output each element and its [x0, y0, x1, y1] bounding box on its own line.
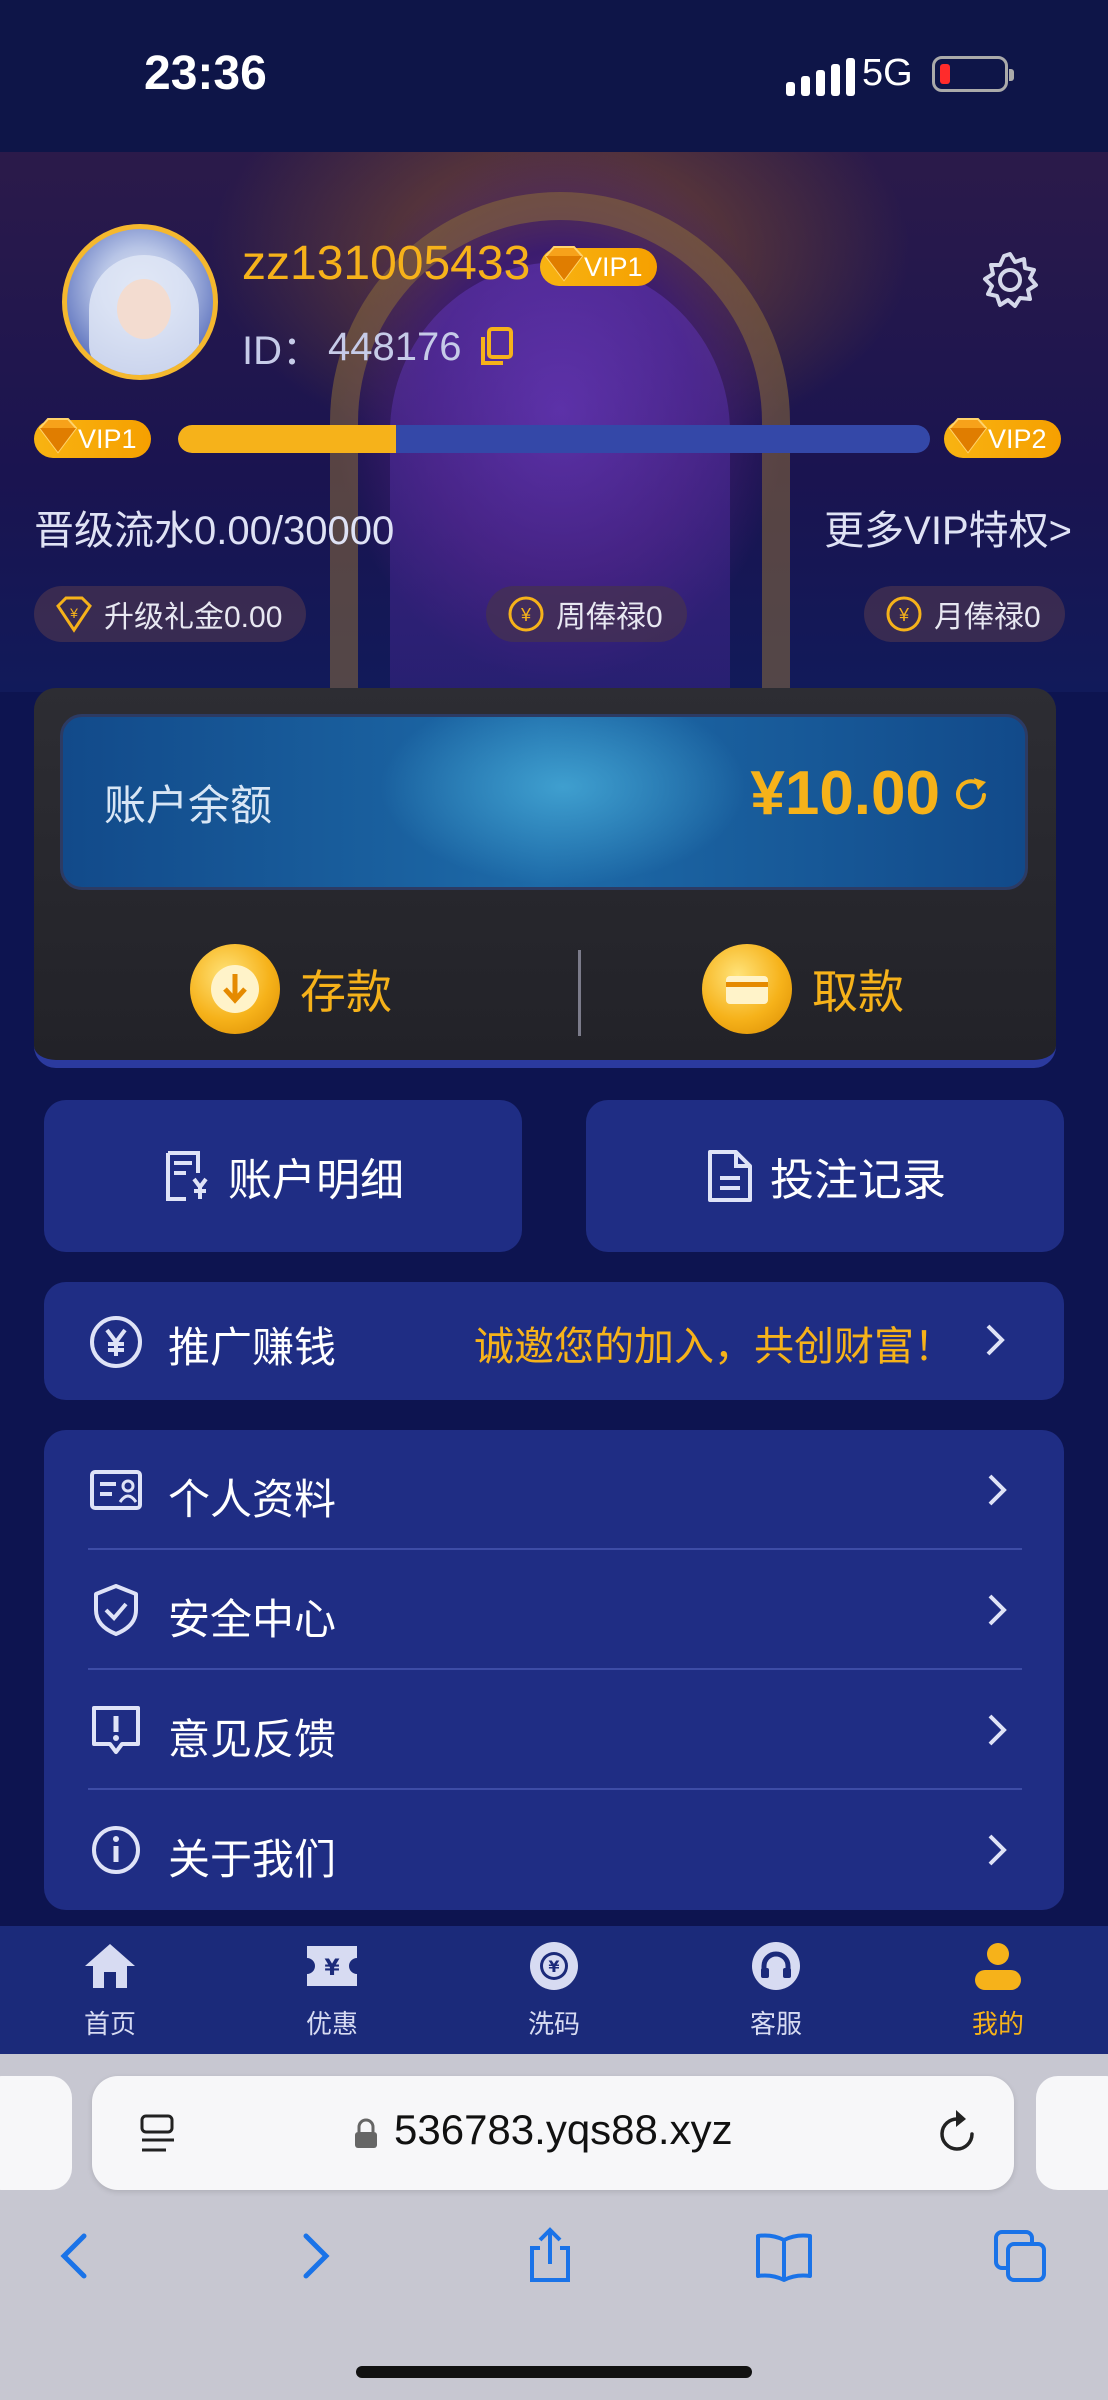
- copy-icon[interactable]: [479, 327, 515, 367]
- forward-icon[interactable]: [284, 2226, 344, 2286]
- chip-icon: ¥: [530, 1942, 578, 1990]
- bet-records-button[interactable]: 投注记录: [586, 1100, 1064, 1252]
- url-text: 536783.yqs88.xyz: [394, 2106, 733, 2153]
- chevron-right-icon: [988, 1834, 1007, 1866]
- tab-mine[interactable]: 我的: [938, 1940, 1058, 2041]
- document-icon: [708, 1150, 752, 1202]
- back-icon[interactable]: [46, 2226, 106, 2286]
- diamond-icon: [544, 246, 584, 282]
- yen-circle-icon: [90, 1316, 142, 1368]
- more-vip-privileges-link[interactable]: 更多VIP特权>: [824, 498, 1072, 556]
- diamond-icon: [948, 418, 988, 454]
- settings-gear-icon[interactable]: [978, 248, 1042, 312]
- vip-level-badge: VIP1: [540, 246, 657, 286]
- yen-coin-icon: ¥: [508, 596, 544, 632]
- svg-text:¥: ¥: [520, 605, 532, 625]
- home-indicator: [356, 2366, 752, 2378]
- page-menu-icon[interactable]: [138, 2112, 178, 2156]
- status-bar: 23:36 5G: [0, 0, 1108, 152]
- previous-tab-preview[interactable]: [0, 2076, 72, 2190]
- battery-icon: [932, 56, 1014, 92]
- tab-rebate[interactable]: ¥ 洗码: [494, 1940, 614, 2041]
- signal-icon: [786, 58, 855, 96]
- menu-item-feedback[interactable]: 意见反馈: [44, 1670, 1064, 1790]
- promotion-label: 推广赚钱: [168, 1323, 337, 1372]
- lock-icon: [355, 2118, 377, 2148]
- reload-icon[interactable]: [936, 2108, 980, 2156]
- headset-icon: [752, 1942, 800, 1990]
- username: zz131005433: [242, 237, 531, 290]
- svg-text:¥: ¥: [69, 605, 78, 621]
- balance-label: 账户余额: [104, 781, 273, 830]
- promotion-slogan: 诚邀您的加入，共创财富！: [474, 1324, 954, 1370]
- vip-progress-bar: [178, 425, 930, 453]
- diamond-icon: ¥: [56, 596, 92, 633]
- menu-item-profile[interactable]: 个人资料: [44, 1430, 1064, 1550]
- menu-item-about[interactable]: 关于我们: [44, 1790, 1064, 1910]
- status-time: 23:36: [144, 47, 267, 100]
- card-icon: [702, 944, 792, 1034]
- deposit-button[interactable]: 存款: [190, 944, 392, 1034]
- share-icon[interactable]: [520, 2226, 580, 2286]
- receipt-yen-icon: [166, 1151, 208, 1201]
- account-details-button[interactable]: 账户明细: [44, 1100, 522, 1252]
- network-label: 5G: [862, 52, 913, 94]
- svg-text:¥: ¥: [548, 1957, 559, 1976]
- chevron-right-icon: [986, 1324, 1005, 1356]
- chevron-right-icon: [988, 1594, 1007, 1626]
- current-vip-badge: VIP1: [34, 418, 151, 458]
- info-icon: [92, 1826, 140, 1874]
- withdraw-button[interactable]: 取款: [702, 944, 904, 1034]
- bookmarks-icon[interactable]: [754, 2226, 814, 2286]
- monthly-salary-pill: ¥ 月俸禄0: [864, 586, 1065, 642]
- chevron-right-icon: [988, 1714, 1007, 1746]
- user-icon: [975, 1943, 1021, 1990]
- tab-support[interactable]: 客服: [716, 1940, 836, 2041]
- svg-text:¥: ¥: [898, 605, 910, 625]
- shield-icon: [94, 1584, 138, 1636]
- yen-coin-icon: ¥: [886, 596, 922, 632]
- feedback-icon: [92, 1706, 140, 1754]
- svg-text:¥: ¥: [324, 1956, 340, 1981]
- action-divider: [578, 950, 581, 1036]
- menu-item-security[interactable]: 安全中心: [44, 1550, 1064, 1670]
- diamond-icon: [38, 418, 78, 454]
- deposit-icon: [190, 944, 280, 1034]
- balance-amount: ¥10.00: [750, 759, 940, 828]
- home-icon: [85, 1944, 135, 1988]
- chevron-right-icon: [988, 1474, 1007, 1506]
- ticket-icon: ¥: [307, 1946, 357, 1986]
- user-id: ID： 448176: [242, 318, 515, 376]
- next-tab-preview[interactable]: [1036, 2076, 1108, 2190]
- upgrade-bonus-pill: ¥ 升级礼金0.00: [34, 586, 307, 642]
- tab-home[interactable]: 首页: [50, 1940, 170, 2041]
- avatar[interactable]: [62, 224, 218, 380]
- turnover-progress-text: 晋级流水0.00/30000: [34, 509, 395, 553]
- id-card-icon: [90, 1470, 142, 1510]
- weekly-salary-pill: ¥ 周俸禄0: [486, 586, 687, 642]
- tab-promotions[interactable]: ¥ 优惠: [272, 1940, 392, 2041]
- refresh-icon[interactable]: [950, 774, 992, 816]
- next-vip-badge: VIP2: [944, 418, 1061, 458]
- tabs-icon[interactable]: [990, 2226, 1050, 2286]
